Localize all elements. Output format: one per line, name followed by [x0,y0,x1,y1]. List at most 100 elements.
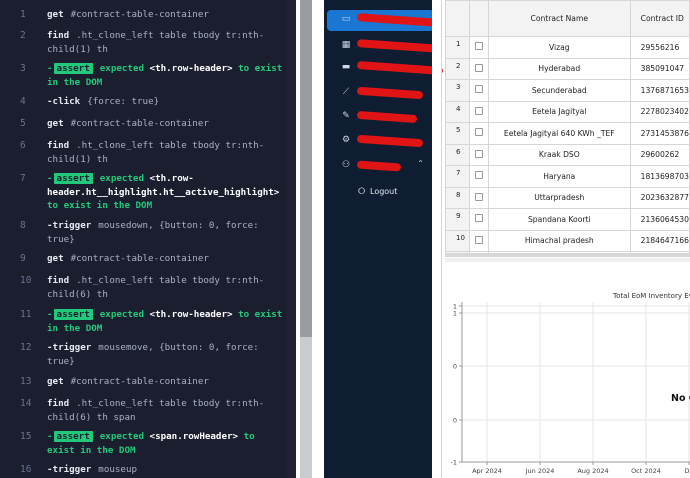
row-checkbox-cell[interactable] [468,100,489,123]
sidebar-item[interactable]: ⚇ ⌃ [327,156,434,177]
row-header[interactable]: 5 [445,122,470,145]
redaction-mark [356,86,424,100]
row-checkbox-cell[interactable] [468,208,489,231]
contract-id-cell[interactable]: 385091047 [629,57,690,80]
contract-id-cell[interactable]: 2184647166 [629,229,690,252]
corner-header [445,0,470,37]
row-checkbox[interactable] [474,192,483,201]
sidebar-item[interactable]: ▬ [327,58,444,79]
table-row[interactable]: 6 Kraak DSO 29600262 [445,143,690,166]
folder-open-icon: ▭ [341,14,351,24]
contract-id-cell[interactable]: 29556216 [629,36,690,59]
contract-table-container: Contract Name Contract ID 1 Vizag 29556216… [445,0,690,256]
row-header[interactable]: 10 [445,229,470,252]
row-checkbox[interactable] [474,106,483,115]
sidebar-item[interactable]: ⟋ [327,83,434,104]
x-tick-label: Oct 2024 [631,467,661,475]
row-header[interactable]: 8 [445,186,470,209]
row-checkbox[interactable] [474,149,483,158]
command-name: trigger [52,342,92,353]
command-number: 14 [20,398,32,409]
contract-name-cell[interactable]: Vizag [487,36,631,59]
command-number: 6 [20,140,26,151]
chart-title: Total EoM Inventory Evo [612,292,690,300]
row-checkbox[interactable] [474,42,483,51]
table-row[interactable]: 10 Himachal pradesh 2184647166 [445,229,690,252]
row-header[interactable]: 2 [445,57,470,80]
row-checkbox-cell[interactable] [468,57,489,80]
table-row[interactable]: 3 Secunderabad 1376871653 [445,79,690,102]
row-header[interactable]: 4 [445,100,470,123]
command-name: trigger [52,464,92,475]
command-log-scroll-track[interactable] [286,0,296,478]
table-row[interactable]: 7 Haryana 1813698703 [445,165,690,188]
table-row[interactable]: 4 Eetela Jagityal 2278023402 [445,100,690,123]
command-number: 11 [20,309,32,320]
row-checkbox-cell[interactable] [468,186,489,209]
y-tick-label: 1 [453,310,457,318]
contract-id-cell[interactable]: 1813698703 [629,165,690,188]
redaction-mark [356,61,444,75]
row-checkbox-cell[interactable] [468,229,489,252]
sidebar-item[interactable]: ▭ [327,10,440,31]
row-checkbox[interactable] [474,63,483,72]
command-log: 1 get #contract-table-container 2 find .ht_cl… [0,0,286,478]
contract-name-cell[interactable]: Eetela Jagityal [487,100,631,123]
row-header[interactable]: 3 [445,79,470,102]
contract-id-cell[interactable]: 29600262 [629,143,690,166]
command-number: 2 [20,30,26,41]
row-header[interactable]: 6 [445,143,470,166]
contract-id-cell[interactable]: 2278023402 [629,100,690,123]
contract-name-cell[interactable]: Spandana Koorti [487,208,631,231]
row-checkbox-cell[interactable] [468,36,489,59]
row-header[interactable]: 1 [445,36,470,59]
table-body: 1 Vizag 29556216 2 Hyderabad 385091047 3 Secund… [445,36,690,256]
contract-id-cell[interactable]: 1376871653 [629,79,690,102]
command-name: trigger [52,220,92,231]
contract-name-cell[interactable]: Haryana [487,165,631,188]
row-header[interactable]: 7 [445,165,470,188]
contract-name-cell[interactable]: Kraak DSO [487,143,631,166]
row-checkbox[interactable] [474,171,483,180]
contract-id-header[interactable]: Contract ID [629,0,690,37]
x-tick-label: De [684,467,690,475]
sidebar-item[interactable]: ✎ [327,107,434,128]
table-row[interactable]: 2 Hyderabad 385091047 [445,57,690,80]
sidebar-item[interactable]: ⚙ [327,131,434,152]
contract-name-cell[interactable]: Himachal pradesh [487,229,631,252]
row-checkbox-cell[interactable] [468,79,489,102]
command-name: click [52,96,81,107]
contract-id-cell[interactable]: 2136064530 [629,208,690,231]
table-row[interactable]: 8 Uttarpradesh 2023632877 [445,186,690,209]
row-checkbox-cell[interactable] [468,165,489,188]
row-checkbox[interactable] [474,128,483,137]
table-row[interactable]: 1 Vizag 29556216 [445,36,690,59]
table-row[interactable]: 9 Spandana Koorti 2136064530 [445,208,690,231]
row-checkbox[interactable] [474,214,483,223]
contract-name-cell[interactable]: Hyderabad [487,57,631,80]
contract-name-cell[interactable]: Secunderabad [487,79,631,102]
command-name: find [47,30,70,41]
row-checkbox[interactable] [474,235,483,244]
row-checkbox-cell[interactable] [468,122,489,145]
contract-name-header[interactable]: Contract Name [487,0,631,37]
x-tick-label: Apr 2024 [472,467,502,475]
table-horizontal-scrollbar[interactable] [445,253,690,257]
contract-name-cell[interactable]: Uttarpradesh [487,186,631,209]
command-log-scrollbar[interactable] [300,0,312,478]
redaction-mark [356,13,440,27]
contract-id-cell[interactable]: 2731453876 [629,122,690,145]
row-checkbox[interactable] [474,85,483,94]
command-name: get [47,9,64,20]
sidebar-item[interactable]: ▦ [327,36,442,57]
row-checkbox-cell[interactable] [468,143,489,166]
row-header[interactable]: 9 [445,208,470,231]
inventory-chart: Total EoM Inventory Evo 1 1 0 0 -1 Apr 2024 Jun… [445,262,690,478]
chevron-up-icon[interactable]: ⌃ [417,159,424,168]
contract-name-cell[interactable]: Eetela Jagityal 640 KWh _TEF [487,122,631,145]
command-message: #contract-table-container [70,118,209,129]
table-row[interactable]: 5 Eetela Jagityal 640 KWh _TEF 2731453876 [445,122,690,145]
calendar-icon: ▦ [341,40,351,50]
contract-id-cell[interactable]: 2023632877 [629,186,690,209]
logout-button[interactable]: ⭘ Logout [358,186,408,200]
